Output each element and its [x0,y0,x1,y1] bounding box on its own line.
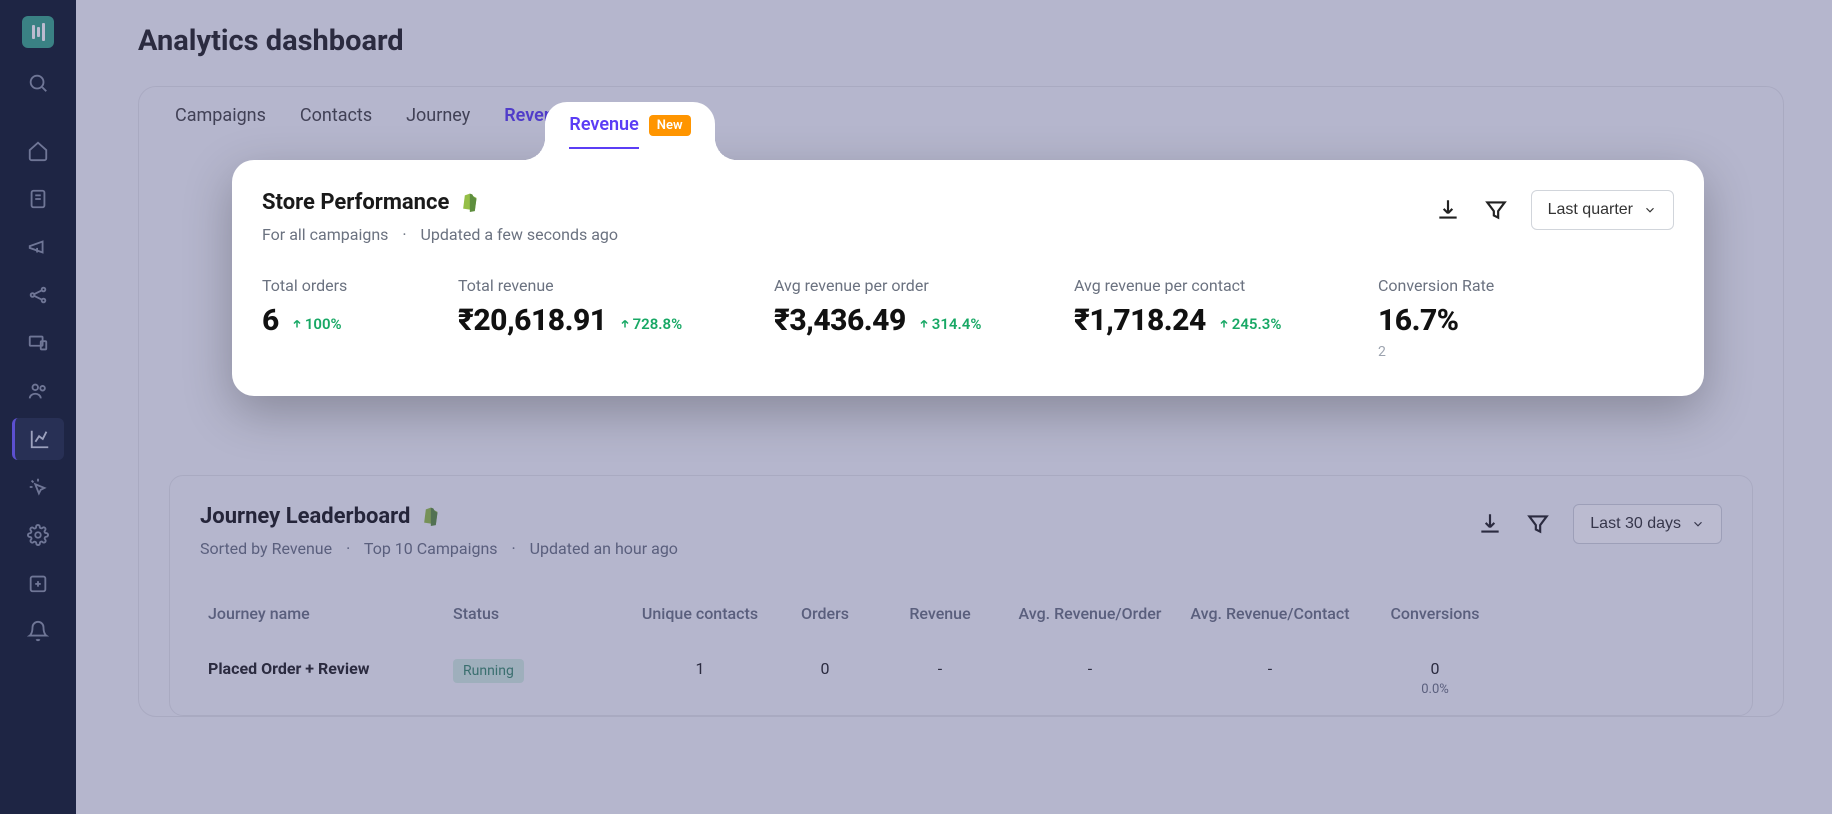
left-sidebar [0,0,76,814]
table-row[interactable]: Placed Order + Review Running 1 0 - - - … [200,659,1722,697]
row-revenue: - [875,659,1005,678]
arrow-up-icon [918,318,930,330]
nav-document[interactable] [12,178,64,220]
filter-icon [1525,511,1551,537]
page-title: Analytics dashboard [138,24,1784,58]
nav-home[interactable] [12,130,64,172]
th-avg-rev-order: Avg. Revenue/Order [1005,604,1175,623]
stat-avg-rev-contact: Avg revenue per contact ₹1,718.24 245.3% [1074,276,1378,360]
nav-click[interactable] [12,466,64,508]
delta-up: 245.3% [1218,315,1282,333]
devices-icon [27,332,49,354]
th-orders: Orders [775,604,875,623]
arrow-up-icon [1218,318,1230,330]
leaderboard-range-button[interactable]: Last 30 days [1573,504,1722,544]
status-badge: Running [453,659,524,683]
nav-analytics[interactable] [12,418,64,460]
main-content: Analytics dashboard Campaigns Contacts J… [76,0,1832,814]
download-icon [1435,197,1461,223]
th-revenue: Revenue [875,604,1005,623]
new-badge-cap: New [649,115,691,136]
delta-up: 314.4% [918,315,982,333]
home-icon [27,140,49,162]
tab-journey[interactable]: Journey [406,87,470,143]
nav-megaphone[interactable] [12,226,64,268]
download-icon [1477,511,1503,537]
chevron-down-icon [1691,517,1705,531]
arrow-up-icon [619,318,631,330]
tab-contacts[interactable]: Contacts [300,87,372,143]
row-conversions: 0 0.0% [1365,659,1505,697]
nav-users[interactable] [12,370,64,412]
th-status: Status [445,604,625,623]
row-avg-rev-order: - [1005,659,1175,678]
store-download-button[interactable] [1435,197,1461,223]
th-journey-name: Journey name [200,604,445,623]
shopify-icon [420,506,440,528]
row-journey-name: Placed Order + Review [200,659,445,678]
click-icon [27,476,49,498]
store-range-button[interactable]: Last quarter [1531,190,1674,230]
filter-icon [1483,197,1509,223]
calendar-plus-icon [27,572,49,594]
leaderboard-filter-button[interactable] [1525,511,1551,537]
store-subtitle: For all campaigns · Updated a few second… [262,225,618,244]
document-icon [27,188,49,210]
nav-calendar-plus[interactable] [12,562,64,604]
chart-icon [29,428,51,450]
row-orders: 0 [775,659,875,678]
th-unique-contacts: Unique contacts [625,604,775,623]
stat-total-orders: Total orders 6 100% [262,276,458,360]
nav-share[interactable] [12,274,64,316]
store-title: Store Performance [262,190,449,215]
share-icon [27,284,49,306]
row-avg-rev-contact: - [1175,659,1365,678]
store-stats-row: Total orders 6 100% Total revenue ₹20,61… [262,276,1674,360]
leaderboard-download-button[interactable] [1477,511,1503,537]
users-icon [27,380,49,402]
gear-icon [27,524,49,546]
store-filter-button[interactable] [1483,197,1509,223]
th-conversions: Conversions [1365,604,1505,623]
search-icon [27,72,49,94]
chevron-down-icon [1643,203,1657,217]
row-unique-contacts: 1 [625,659,775,678]
stat-avg-rev-order: Avg revenue per order ₹3,436.49 314.4% [774,276,1074,360]
arrow-up-icon [291,318,303,330]
tabs-row: Campaigns Contacts Journey Revenue New [139,87,1783,143]
nav-notifications[interactable] [12,610,64,652]
nav-settings[interactable] [12,514,64,556]
stat-conversion-rate: Conversion Rate 16.7% 2 [1378,276,1494,360]
shopify-icon [459,192,479,214]
th-avg-rev-contact: Avg. Revenue/Contact [1175,604,1365,623]
tab-campaigns[interactable]: Campaigns [175,87,266,143]
leaderboard-subtitle: Sorted by Revenue · Top 10 Campaigns · U… [200,539,678,558]
tab-revenue-cap-label: Revenue [569,114,638,149]
nav-devices[interactable] [12,322,64,364]
delta-up: 728.8% [619,315,683,333]
delta-up: 100% [291,315,342,333]
nav-search[interactable] [12,62,64,104]
bell-icon [27,620,49,642]
tab-revenue-cap[interactable]: Revenue New [545,102,715,160]
leaderboard-title: Journey Leaderboard [200,504,410,529]
megaphone-icon [27,236,49,258]
store-performance-card: Revenue New Store Performance For all ca… [232,160,1704,396]
journey-leaderboard-card: Journey Leaderboard Sorted by Revenue · … [169,475,1753,716]
leaderboard-table-head: Journey name Status Unique contacts Orde… [200,604,1722,623]
app-logo [22,16,54,48]
stat-total-revenue: Total revenue ₹20,618.91 728.8% [458,276,774,360]
